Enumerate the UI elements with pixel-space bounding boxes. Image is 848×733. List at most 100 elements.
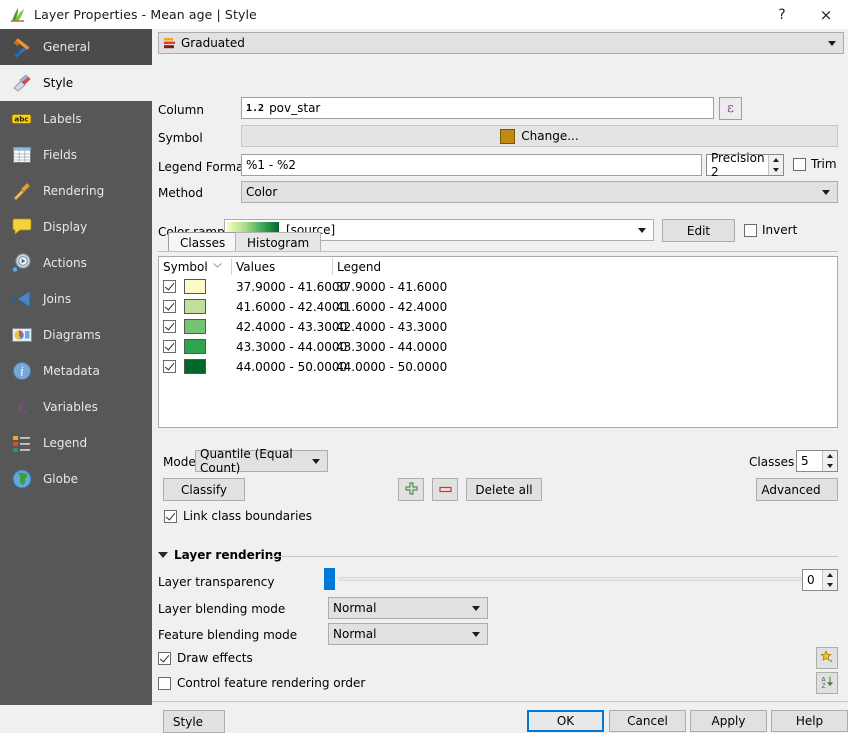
row-visibility-checkbox[interactable]	[163, 280, 176, 293]
group-divider	[270, 556, 838, 557]
method-combo[interactable]: Color	[241, 181, 838, 203]
trim-checkbox-row[interactable]: Trim	[793, 157, 837, 171]
precision-spinner[interactable]: Precision 2	[706, 151, 784, 179]
sidebar-item-metadata[interactable]: i Metadata	[0, 353, 152, 389]
add-class-button[interactable]	[398, 478, 424, 501]
control-order-label: Control feature rendering order	[177, 676, 366, 690]
column-header-values[interactable]: Values	[232, 257, 332, 276]
symbol-change-button[interactable]: Change...	[241, 125, 838, 147]
table-row[interactable]: 41.6000 - 42.4000 41.6000 - 42.4000	[159, 297, 837, 316]
slider-handle[interactable]	[324, 568, 335, 590]
sidebar-item-labels[interactable]: abc Labels	[0, 101, 152, 137]
row-visibility-checkbox[interactable]	[163, 360, 176, 373]
column-value: pov_star	[269, 101, 321, 115]
row-legend: 42.4000 - 43.3000	[336, 319, 448, 334]
column-expression-button[interactable]: ε	[719, 97, 742, 120]
classify-label: Classify	[180, 482, 228, 497]
layer-blending-combo[interactable]: Normal	[328, 597, 488, 619]
style-menu-button[interactable]: Style	[163, 710, 225, 733]
star-effects-icon	[820, 649, 834, 667]
link-class-boundaries-checkbox[interactable]	[164, 509, 177, 523]
classes-table[interactable]: Symbol Values Legend 37.9000 - 41.6000 3…	[158, 256, 838, 428]
control-order-checkbox[interactable]	[158, 676, 171, 690]
help-titlebar-button[interactable]: ?	[760, 0, 804, 29]
sidebar-item-fields[interactable]: Fields	[0, 137, 152, 173]
classes-count-up-button[interactable]	[823, 451, 837, 461]
svg-text:Z: Z	[821, 683, 825, 689]
row-color-swatch[interactable]	[184, 339, 206, 354]
row-color-swatch[interactable]	[184, 299, 206, 314]
sidebar-item-variables[interactable]: ɛ Variables	[0, 389, 152, 425]
abc-label-icon: abc	[10, 107, 34, 131]
plus-icon	[405, 482, 418, 498]
row-color-swatch[interactable]	[184, 279, 206, 294]
layer-rendering-title: Layer rendering	[174, 548, 282, 562]
row-values: 44.0000 - 50.0000	[236, 359, 348, 374]
advanced-label: Advanced	[761, 482, 821, 497]
row-color-swatch[interactable]	[184, 319, 206, 334]
control-order-row[interactable]: Control feature rendering order	[158, 676, 365, 690]
mode-combo[interactable]: Quantile (Equal Count)	[195, 447, 328, 475]
feature-blending-combo[interactable]: Normal	[328, 623, 488, 645]
cancel-button[interactable]: Cancel	[609, 710, 686, 732]
row-visibility-checkbox[interactable]	[163, 300, 176, 313]
column-type-prefix: 1.2	[246, 102, 265, 114]
layer-rendering-group-header[interactable]: Layer rendering	[158, 548, 282, 562]
apply-button[interactable]: Apply	[690, 710, 767, 732]
legend-format-value: %1 - %2	[246, 158, 297, 172]
draw-effects-row[interactable]: Draw effects	[158, 651, 253, 665]
precision-up-button[interactable]	[769, 155, 783, 165]
sidebar-item-rendering[interactable]: Rendering	[0, 173, 152, 209]
draw-effects-checkbox[interactable]	[158, 651, 171, 665]
classes-count-down-button[interactable]	[823, 461, 837, 471]
tab-classes[interactable]: Classes	[168, 232, 238, 252]
transparency-down-button[interactable]	[823, 580, 837, 590]
az-sort-icon: A Z	[820, 675, 834, 692]
delete-all-button[interactable]: Delete all	[466, 478, 542, 501]
link-class-boundaries-row[interactable]: Link class boundaries	[164, 509, 312, 523]
trim-label: Trim	[811, 157, 837, 171]
precision-down-button[interactable]	[769, 165, 783, 175]
effects-properties-button[interactable]	[816, 647, 838, 669]
row-color-swatch[interactable]	[184, 359, 206, 374]
close-icon[interactable]: ×	[804, 0, 848, 29]
transparency-up-button[interactable]	[823, 570, 837, 580]
layer-transparency-spinner[interactable]: 0	[802, 569, 838, 591]
symbol-label: Symbol	[158, 131, 203, 145]
sidebar-item-joins[interactable]: Joins	[0, 281, 152, 317]
column-header-legend[interactable]: Legend	[333, 257, 453, 276]
sidebar-item-actions[interactable]: Actions	[0, 245, 152, 281]
sidebar-item-globe-label: Globe	[43, 472, 78, 486]
sidebar-item-globe[interactable]: Globe	[0, 461, 152, 497]
renderer-type-combo[interactable]: Graduated	[158, 32, 844, 54]
trim-checkbox[interactable]	[793, 157, 806, 171]
sidebar-item-legend[interactable]: Legend	[0, 425, 152, 461]
sidebar-item-general[interactable]: General	[0, 29, 152, 65]
classes-count-spinner[interactable]: 5	[796, 450, 838, 472]
classes-count-stepper[interactable]	[822, 451, 837, 471]
table-row[interactable]: 44.0000 - 50.0000 44.0000 - 50.0000	[159, 357, 837, 376]
row-visibility-checkbox[interactable]	[163, 320, 176, 333]
tab-histogram[interactable]: Histogram	[235, 232, 322, 252]
remove-class-button[interactable]	[432, 478, 458, 501]
method-label: Method	[158, 186, 204, 200]
transparency-stepper[interactable]	[822, 570, 837, 590]
precision-stepper[interactable]	[768, 155, 783, 175]
ok-button[interactable]: OK	[527, 710, 604, 732]
advanced-button[interactable]: Advanced	[756, 478, 838, 501]
table-row[interactable]: 43.3000 - 44.0000 43.3000 - 44.0000	[159, 337, 837, 356]
sidebar-item-diagrams[interactable]: Diagrams	[0, 317, 152, 353]
table-row[interactable]: 42.4000 - 43.3000 42.4000 - 43.3000	[159, 317, 837, 336]
row-visibility-checkbox[interactable]	[163, 340, 176, 353]
sidebar-item-display[interactable]: Display	[0, 209, 152, 245]
layer-transparency-slider[interactable]	[324, 568, 804, 590]
tab-classes-label: Classes	[180, 235, 226, 250]
classify-button[interactable]: Classify	[163, 478, 245, 501]
sidebar-item-style[interactable]: Style	[0, 65, 152, 101]
help-button[interactable]: Help	[771, 710, 848, 732]
feature-order-button[interactable]: A Z	[816, 672, 838, 694]
layer-blending-value: Normal	[333, 601, 377, 615]
legend-format-input[interactable]: %1 - %2	[241, 154, 702, 176]
column-combo[interactable]: 1.2 pov_star	[241, 97, 714, 119]
table-row[interactable]: 37.9000 - 41.6000 37.9000 - 41.6000	[159, 277, 837, 296]
